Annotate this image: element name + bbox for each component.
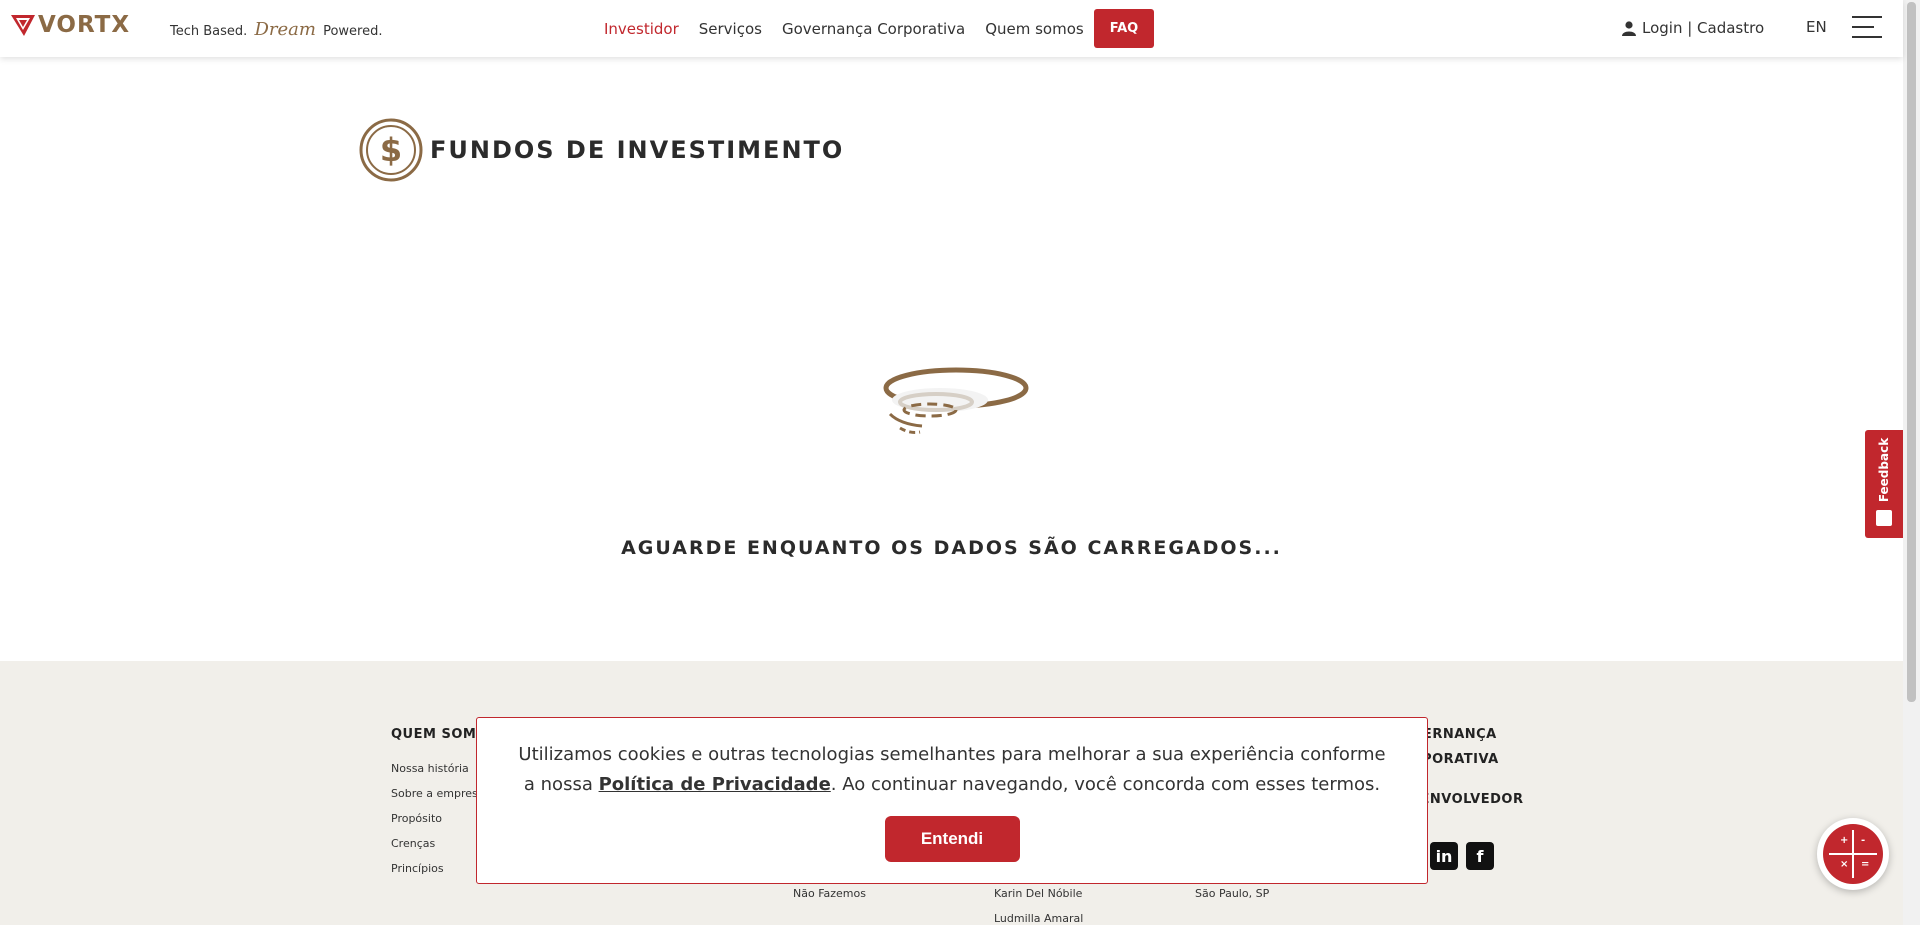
faq-button[interactable]: FAQ [1093,9,1155,48]
cookie-text: Utilizamos cookies e outras tecnologias … [512,740,1392,800]
main-nav: Investidor Serviços Governança Corporati… [604,0,1174,57]
feedback-label: Feedback [1877,437,1891,503]
nav-quem-somos[interactable]: Quem somos [985,20,1084,38]
footer-link[interactable]: Crenças [391,837,435,850]
privacy-policy-link[interactable]: Política de Privacidade [599,774,831,795]
vortx-logo[interactable]: VORTX [10,12,130,38]
footer-link[interactable]: Propósito [391,812,442,825]
tagline-start: Tech Based. [170,24,248,39]
loading-message: AGUARDE ENQUANTO OS DADOS SÃO CARREGADOS… [621,537,1282,559]
calculator-button[interactable]: + - × = [1817,818,1889,890]
footer-link[interactable]: Karin Del Nóbile [994,887,1082,900]
scrollbar-thumb[interactable] [1907,2,1916,702]
svg-text:$: $ [380,131,402,169]
login-label: Login | Cadastro [1642,19,1765,37]
calculator-icon: + - × = [1823,824,1883,884]
footer-address: São Paulo, SP [1195,887,1270,900]
hamburger-menu-icon[interactable] [1852,16,1882,38]
page-title: FUNDOS DE INVESTIMENTO [430,136,845,164]
linkedin-icon[interactable]: in [1430,842,1458,870]
dollar-coin-icon: $ [359,118,423,182]
logo-text: VORTX [38,12,131,38]
tagline-end: Powered. [323,24,383,39]
cookie-banner: Utilizamos cookies e outras tecnologias … [476,717,1428,884]
tagline: Tech Based. Dream Powered. [170,19,382,40]
page-heading: $ FUNDOS DE INVESTIMENTO [358,117,844,183]
language-switch[interactable]: EN [1806,18,1827,36]
login-link[interactable]: Login | Cadastro [1622,19,1764,37]
nav-governanca-corporativa[interactable]: Governança Corporativa [782,20,965,38]
social-links: in f [1430,842,1494,870]
loading-spinner-icon [883,367,1029,434]
feedback-icon [1876,510,1892,526]
feedback-tab[interactable]: Feedback [1865,430,1903,538]
user-icon [1622,20,1636,36]
footer-link[interactable]: Não Fazemos [793,887,866,900]
vortx-logo-mark-icon [11,15,35,36]
footer-link[interactable]: Ludmilla Amaral [994,912,1083,925]
nav-servicos[interactable]: Serviços [699,20,762,38]
page-scrollbar[interactable] [1903,0,1920,925]
tagline-script: Dream [254,19,316,40]
nav-investidor[interactable]: Investidor [604,20,679,38]
cookie-text-end: . Ao continuar navegando, você concorda … [830,774,1381,795]
footer-link[interactable]: Sobre a empresa [391,787,484,800]
accept-cookies-button[interactable]: Entendi [884,816,1020,862]
top-navbar: VORTX Tech Based. Dream Powered. Investi… [0,0,1903,57]
facebook-icon[interactable]: f [1466,842,1494,870]
footer-link[interactable]: Nossa história [391,762,469,775]
footer-link[interactable]: Princípios [391,862,444,875]
